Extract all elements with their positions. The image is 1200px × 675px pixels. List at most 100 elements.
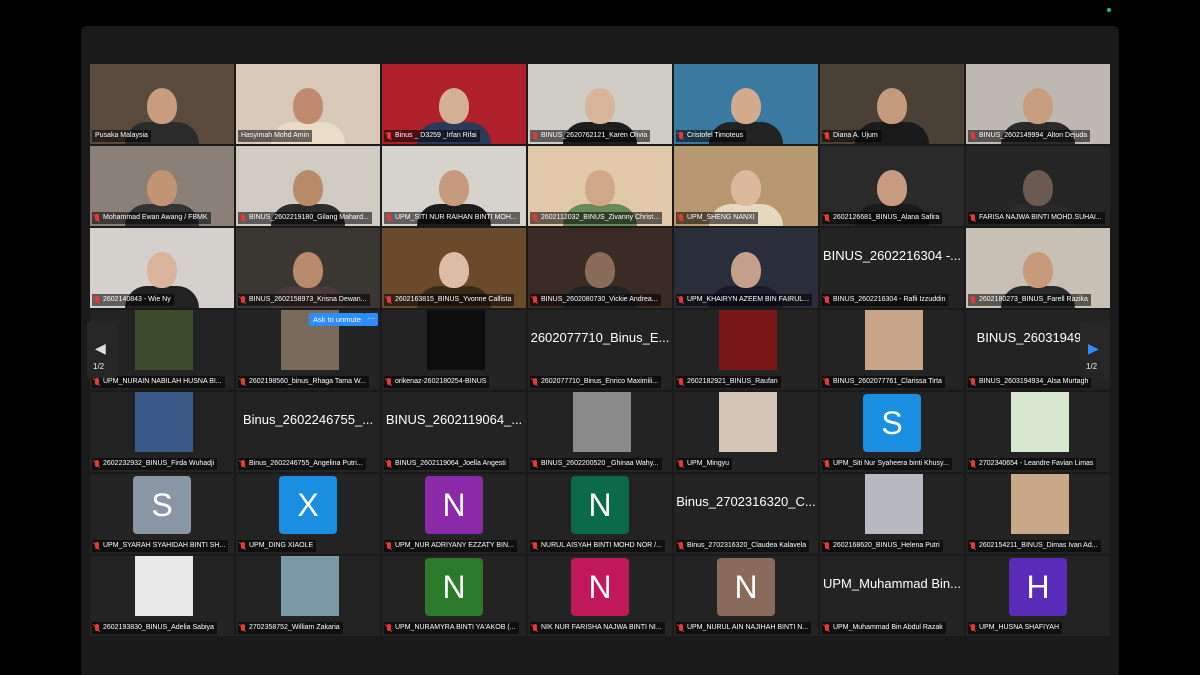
participant-tile[interactable]: N UPM_NUR ADRIYANY EZZATY BIN...	[382, 474, 526, 554]
participant-tile[interactable]: Pusaka Malaysia	[90, 64, 234, 144]
participant-name-label: 2602193830_BINUS_Adelia Sabiya	[92, 622, 217, 634]
participant-name: Hasyimah Mohd Amin	[241, 132, 310, 139]
participant-name-label: NIK NUR FARISHA NAJWA BINTI NI...	[530, 622, 665, 634]
next-page-button[interactable]: ▶ 1/2	[1080, 322, 1110, 378]
participant-tile[interactable]: Mohammad Ewan Awang / FBMK	[90, 146, 234, 226]
participant-tile[interactable]: 2602140843 - Wie Ny	[90, 228, 234, 308]
participant-tile[interactable]: 2602154211_BINUS_Dimas Ivan Ad...	[966, 474, 1110, 554]
participant-name-label: Cristofel Timoteus	[676, 130, 747, 142]
participant-tile[interactable]: 2702340654 - Leandre Favian Limas	[966, 392, 1110, 472]
participant-name: NIK NUR FARISHA NAJWA BINTI NI...	[541, 624, 662, 631]
participant-tile[interactable]: N UPM_NURAMYRA BINTI YA'AKOB (...	[382, 556, 526, 636]
participant-tile[interactable]: N NIK NUR FARISHA NAJWA BINTI NI...	[528, 556, 672, 636]
muted-mic-icon	[241, 378, 245, 385]
person-head	[877, 170, 907, 206]
participant-tile[interactable]: FARISA NAJWA BINTI MOHD.SUHAI...	[966, 146, 1110, 226]
profile-picture	[573, 392, 631, 452]
avatar-initial: N	[571, 476, 629, 534]
participant-tile[interactable]: Cristofel Timoteus	[674, 64, 818, 144]
participant-tile[interactable]: 2602077710_Binus_E... 2602077710_Binus_En…	[528, 310, 672, 390]
participant-tile[interactable]: BINUS_2602149994_Alton Dejuda	[966, 64, 1110, 144]
participant-name: 2602182921_BINUS_Raufan	[687, 378, 778, 385]
participant-tile[interactable]: UPM_Muhammad Bin... UPM_Muhammad Bin Abdu…	[820, 556, 964, 636]
participant-tile[interactable]: N UPM_NURUL AIN NAJIHAH BINTI N...	[674, 556, 818, 636]
participant-name-label: 2602182921_BINUS_Raufan	[676, 376, 781, 388]
participant-name-label: 2602154211_BINUS_Dimas Ivan Ad...	[968, 540, 1101, 552]
participant-tile[interactable]: N NURUL AISYAH BINTI MOHD NOR /...	[528, 474, 672, 554]
muted-mic-icon	[533, 296, 537, 303]
muted-mic-icon	[825, 214, 829, 221]
participant-tile[interactable]: 2602112032_BINUS_Zivanny Christ...	[528, 146, 672, 226]
avatar-initial: S	[863, 394, 921, 452]
participant-name-label: orikenaz-2602180254-BINUS	[384, 376, 490, 388]
participant-name: Mohammad Ewan Awang / FBMK	[103, 214, 208, 221]
muted-mic-icon	[679, 624, 683, 631]
participant-name-label: UPM_NURUL AIN NAJIHAH BINTI N...	[676, 622, 812, 634]
participant-tile[interactable]: UPM_KHAIRYN AZEEM BIN FAIRUL...	[674, 228, 818, 308]
participant-tile[interactable]: BINUS_2620762121_Karen Olivia	[528, 64, 672, 144]
participant-name: Pusaka Malaysia	[95, 132, 148, 139]
person-head	[147, 252, 177, 288]
participant-tile[interactable]: S UPM_Siti Nur Syaheera binti Khusy...	[820, 392, 964, 472]
participant-name: Diana A. Ujum	[833, 132, 878, 139]
participant-tile[interactable]: BINUS_2602200520 _Ghinaa Wahy...	[528, 392, 672, 472]
muted-mic-icon	[533, 214, 537, 221]
participant-tile[interactable]: 2602163815_BINUS_Yvonne Callista	[382, 228, 526, 308]
participant-name-label: UPM_Muhammad Bin Abdul Razak	[822, 622, 946, 634]
participant-tile[interactable]: 2602232932_BINUS_Firda Wuhadji	[90, 392, 234, 472]
muted-mic-icon	[95, 542, 99, 549]
participant-name-label: Binus_2702316320_Claudea Kalavela	[676, 540, 810, 552]
person-head	[585, 88, 615, 124]
participant-tile[interactable]: Binus_2702316320_C... Binus_2702316320_Cl…	[674, 474, 818, 554]
muted-mic-icon	[387, 378, 391, 385]
participant-name: 2602154211_BINUS_Dimas Ivan Ad...	[979, 542, 1098, 549]
prev-page-button[interactable]: ◀ 1/2	[87, 322, 117, 378]
participant-tile[interactable]: BINUS_2602119064_... BINUS_2602119064_Joe…	[382, 392, 526, 472]
participant-tile[interactable]: BINUS_2602216304 -... BINUS_2602216304 - …	[820, 228, 964, 308]
more-options-button[interactable]: ···	[364, 313, 378, 326]
participant-display-name: 2602077710_Binus_E...	[530, 330, 670, 345]
participant-name: UPM_SHENG NANXI	[687, 214, 755, 221]
person-head	[147, 88, 177, 124]
person-head	[585, 252, 615, 288]
participant-tile[interactable]: Diana A. Ujum	[820, 64, 964, 144]
profile-picture	[1011, 474, 1069, 534]
participant-name-label: 2602140843 - Wie Ny	[92, 294, 174, 306]
participant-name-label: BINUS_2602158973_Krisna Dewan...	[238, 294, 370, 306]
participant-tile[interactable]: orikenaz-2602180254-BINUS	[382, 310, 526, 390]
participant-tile[interactable]: Hasyimah Mohd Amin	[236, 64, 380, 144]
participant-tile[interactable]: 2602126681_BINUS_Alana Safira	[820, 146, 964, 226]
participant-tile[interactable]: 2602182921_BINUS_Raufan	[674, 310, 818, 390]
ask-to-unmute-button[interactable]: Ask to unmute	[309, 313, 365, 326]
participant-tile[interactable]: Binus _ D3259 _Irfan Rifai	[382, 64, 526, 144]
participant-tile[interactable]: 2702358752_William Zakaria	[236, 556, 380, 636]
person-head	[439, 170, 469, 206]
person-head	[293, 88, 323, 124]
participant-display-name: Binus_2602246755_...	[242, 412, 374, 427]
participant-tile[interactable]: 2602180273_BINUS_Farell Razika	[966, 228, 1110, 308]
participant-tile[interactable]: X UPM_DING XIAOLE	[236, 474, 380, 554]
participant-tile[interactable]: BINUS_2602158973_Krisna Dewan...	[236, 228, 380, 308]
participant-tile[interactable]: BINUS_2602219180_Gilang Mahard...	[236, 146, 380, 226]
participant-tile[interactable]: UPM_SITI NUR RAIHAN BINTI MOH...	[382, 146, 526, 226]
participant-tile[interactable]: 2602168620_BINUS_Helena Putri	[820, 474, 964, 554]
participant-tile[interactable]: 2602193830_BINUS_Adelia Sabiya	[90, 556, 234, 636]
chevron-left-icon: ◀	[95, 340, 106, 356]
participant-tile[interactable]: S UPM_SYARAH SYAHIDAH BINTI SH...	[90, 474, 234, 554]
participant-tile[interactable]: Binus_2602246755_... Binus_2602246755_Ang…	[236, 392, 380, 472]
profile-picture	[135, 310, 193, 370]
muted-mic-icon	[971, 378, 975, 385]
muted-mic-icon	[387, 296, 391, 303]
participant-name-label: Binus_2602246755_Angelina Putri...	[238, 458, 366, 470]
participant-name-label: Pusaka Malaysia	[92, 130, 151, 142]
muted-mic-icon	[679, 214, 683, 221]
participant-tile[interactable]: UPM_SHENG NANXI	[674, 146, 818, 226]
participant-tile[interactable]: BINUS_2602077761_Clarissa Tirta	[820, 310, 964, 390]
participant-tile[interactable]: BINUS_2602080730_Vickie Andrea...	[528, 228, 672, 308]
participant-tile[interactable]: UPM_Mingyu	[674, 392, 818, 472]
participant-name: 2602168620_BINUS_Helena Putri	[833, 542, 940, 549]
participant-name: BINUS_2602200520 _Ghinaa Wahy...	[541, 460, 659, 467]
page-indicator: 1/2	[1086, 362, 1098, 371]
participant-tile[interactable]: H UPM_HUSNA SHAFIYAH	[966, 556, 1110, 636]
participant-name-label: 2602198560_binus_Rhaga Tama W...	[238, 376, 370, 388]
